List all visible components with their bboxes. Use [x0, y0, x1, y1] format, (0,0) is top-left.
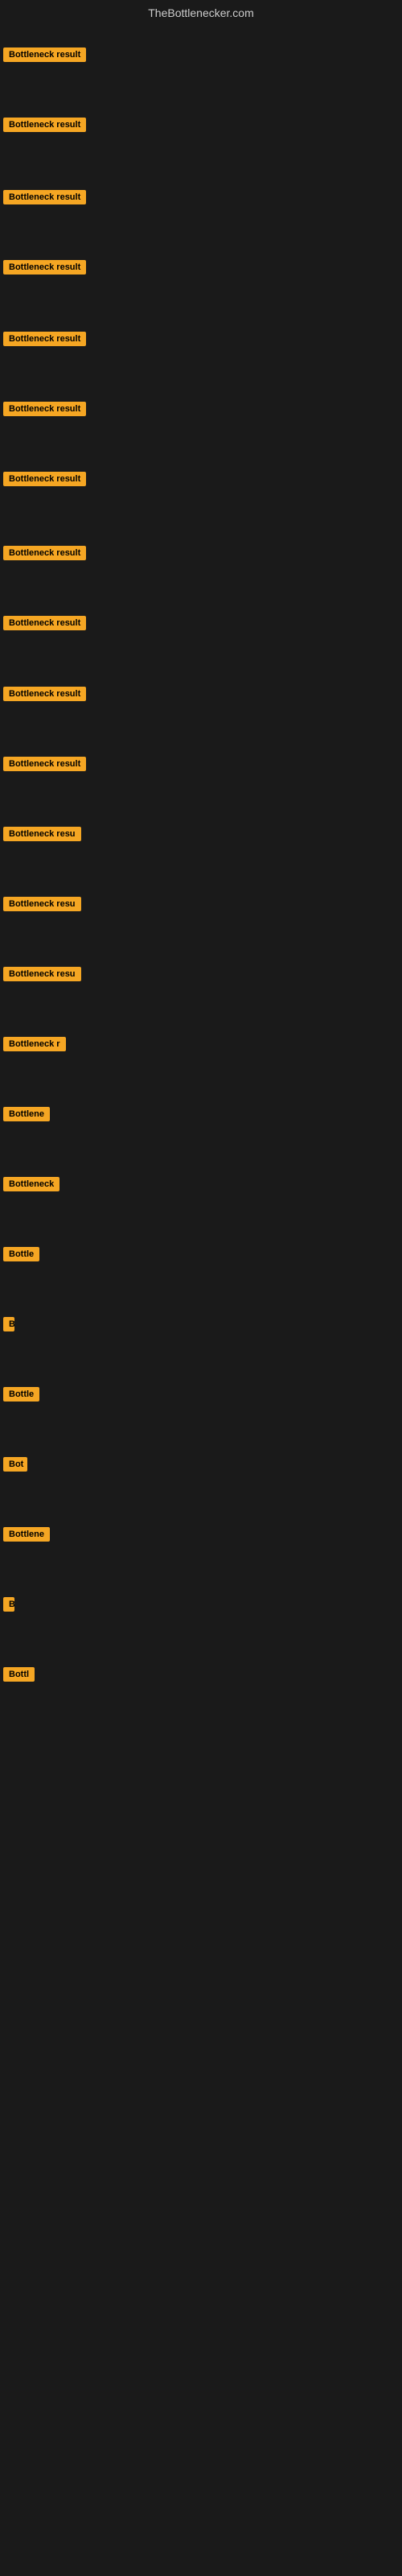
bottleneck-row-22: Bottlene — [3, 1527, 50, 1546]
bottleneck-badge-21: Bot — [3, 1457, 27, 1472]
bottleneck-badge-17: Bottleneck — [3, 1177, 59, 1191]
bottleneck-badge-2: Bottleneck result — [3, 118, 86, 132]
bottleneck-badge-23: B — [3, 1597, 14, 1612]
bottleneck-badge-15: Bottleneck r — [3, 1037, 66, 1051]
bottleneck-row-6: Bottleneck result — [3, 402, 86, 420]
bottleneck-row-14: Bottleneck resu — [3, 967, 81, 985]
bottleneck-row-10: Bottleneck result — [3, 687, 86, 705]
bottleneck-row-7: Bottleneck result — [3, 472, 86, 490]
bottleneck-row-13: Bottleneck resu — [3, 897, 81, 915]
site-title: TheBottlenecker.com — [0, 0, 402, 26]
bottleneck-row-23: B — [3, 1597, 14, 1616]
bottleneck-row-8: Bottleneck result — [3, 546, 86, 564]
bottleneck-badge-9: Bottleneck result — [3, 616, 86, 630]
bottleneck-badge-1: Bottleneck result — [3, 47, 86, 62]
bottleneck-badge-11: Bottleneck result — [3, 757, 86, 771]
bottleneck-row-12: Bottleneck resu — [3, 827, 81, 845]
bottleneck-badge-13: Bottleneck resu — [3, 897, 81, 911]
bottleneck-row-11: Bottleneck result — [3, 757, 86, 775]
bottleneck-badge-4: Bottleneck result — [3, 260, 86, 275]
bottleneck-row-15: Bottleneck r — [3, 1037, 66, 1055]
bottleneck-row-16: Bottlene — [3, 1107, 50, 1125]
bottleneck-badge-6: Bottleneck result — [3, 402, 86, 416]
bottleneck-row-3: Bottleneck result — [3, 190, 86, 208]
bottleneck-badge-14: Bottleneck resu — [3, 967, 81, 981]
bottleneck-badge-24: Bottl — [3, 1667, 35, 1682]
bottleneck-row-21: Bot — [3, 1457, 27, 1476]
bottleneck-row-4: Bottleneck result — [3, 260, 86, 279]
bottleneck-row-24: Bottl — [3, 1667, 35, 1686]
bottleneck-badge-8: Bottleneck result — [3, 546, 86, 560]
bottleneck-row-19: B — [3, 1317, 14, 1335]
bottleneck-badge-3: Bottleneck result — [3, 190, 86, 204]
bottleneck-row-5: Bottleneck result — [3, 332, 86, 350]
bottleneck-row-18: Bottle — [3, 1247, 39, 1265]
bottleneck-row-1: Bottleneck result — [3, 47, 86, 66]
bottleneck-row-9: Bottleneck result — [3, 616, 86, 634]
bottleneck-badge-10: Bottleneck result — [3, 687, 86, 701]
bottleneck-badge-18: Bottle — [3, 1247, 39, 1261]
bottleneck-badge-22: Bottlene — [3, 1527, 50, 1542]
bottleneck-badge-19: B — [3, 1317, 14, 1331]
bottleneck-row-20: Bottle — [3, 1387, 39, 1406]
bottleneck-badge-12: Bottleneck resu — [3, 827, 81, 841]
bottleneck-badge-16: Bottlene — [3, 1107, 50, 1121]
bottleneck-badge-7: Bottleneck result — [3, 472, 86, 486]
bottleneck-badge-5: Bottleneck result — [3, 332, 86, 346]
badges-container: Bottleneck result Bottleneck result Bottle… — [0, 26, 402, 2570]
bottleneck-badge-20: Bottle — [3, 1387, 39, 1402]
bottleneck-row-17: Bottleneck — [3, 1177, 59, 1195]
bottleneck-row-2: Bottleneck result — [3, 118, 86, 136]
